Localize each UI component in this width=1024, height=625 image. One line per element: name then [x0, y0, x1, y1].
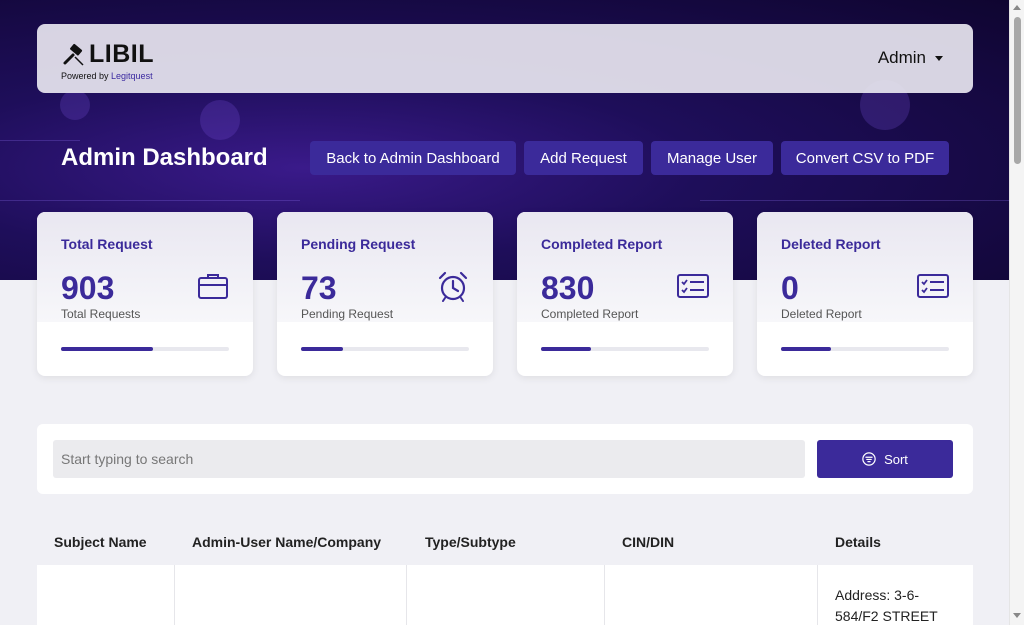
card-subtitle: Total Requests [61, 307, 141, 321]
stat-card-completed-report[interactable]: Completed Report 830 Completed Report [517, 212, 733, 376]
brand-logo[interactable]: LIBIL Powered by Legitquest [61, 40, 154, 81]
stat-card-pending-request[interactable]: Pending Request 73 Pending Request [277, 212, 493, 376]
card-title: Total Request [61, 236, 153, 252]
page-scrollbar[interactable] [1009, 0, 1024, 625]
card-title: Pending Request [301, 236, 416, 252]
checklist-icon [677, 274, 709, 298]
progress-bar-fill [541, 347, 592, 351]
card-subtitle: Deleted Report [781, 307, 862, 321]
progress-bar [301, 347, 469, 351]
card-value: 830 [541, 270, 595, 306]
card-subtitle: Pending Request [301, 307, 394, 321]
chevron-down-icon [935, 55, 943, 61]
progress-bar [61, 347, 229, 351]
stat-card-total-request[interactable]: Total Request 903 Total Requests [37, 212, 253, 376]
briefcase-icon [198, 274, 228, 299]
page-title: Admin Dashboard [61, 144, 268, 171]
progress-bar-fill [61, 347, 154, 351]
convert-csv-to-pdf-button[interactable]: Convert CSV to PDF [781, 141, 949, 175]
column-header-type-subtype[interactable]: Type/Subtype [425, 534, 516, 550]
table-row[interactable]: Address: 3-6-584/F2 STREET [37, 565, 973, 625]
filter-icon [862, 452, 876, 466]
column-divider [406, 565, 407, 625]
card-title: Completed Report [541, 236, 663, 252]
manage-user-button[interactable]: Manage User [651, 141, 773, 175]
search-panel: Sort [37, 424, 973, 494]
back-to-admin-dashboard-button[interactable]: Back to Admin Dashboard [310, 141, 516, 175]
admin-dropdown[interactable]: Admin [878, 48, 943, 68]
search-input[interactable] [53, 440, 805, 478]
progress-bar-fill [781, 347, 832, 351]
column-header-details[interactable]: Details [835, 534, 881, 550]
top-navbar: LIBIL Powered by Legitquest Admin [37, 24, 973, 93]
progress-bar [781, 347, 949, 351]
column-header-subject-name[interactable]: Subject Name [54, 534, 147, 550]
column-divider [174, 565, 175, 625]
column-header-admin-user[interactable]: Admin-User Name/Company [192, 534, 381, 550]
card-value: 0 [781, 270, 799, 306]
stat-card-deleted-report[interactable]: Deleted Report 0 Deleted Report [757, 212, 973, 376]
column-divider [817, 565, 818, 625]
card-subtitle: Completed Report [541, 307, 639, 321]
powered-by-text: Powered by Legitquest [61, 71, 153, 81]
card-value: 903 [61, 270, 115, 306]
sort-button-label: Sort [884, 451, 908, 467]
scroll-thumb[interactable] [1014, 17, 1021, 164]
logo-text: LIBIL [89, 40, 154, 68]
column-divider [604, 565, 605, 625]
alarm-clock-icon [438, 271, 468, 302]
admin-dropdown-label: Admin [877, 48, 926, 67]
gavel-icon [63, 43, 84, 66]
powered-by-brand: Legitquest [111, 71, 153, 81]
card-value: 73 [301, 270, 337, 306]
card-title: Deleted Report [781, 236, 881, 252]
progress-bar [541, 347, 709, 351]
details-cell: Address: 3-6-584/F2 STREET [835, 587, 938, 624]
scroll-down-arrow-icon[interactable] [1013, 613, 1021, 618]
checklist-icon [917, 274, 949, 298]
progress-bar-fill [301, 347, 343, 351]
add-request-button[interactable]: Add Request [524, 141, 643, 175]
scroll-up-arrow-icon[interactable] [1013, 5, 1021, 10]
sort-button[interactable]: Sort [817, 440, 953, 478]
column-header-cin-din[interactable]: CIN/DIN [622, 534, 674, 550]
